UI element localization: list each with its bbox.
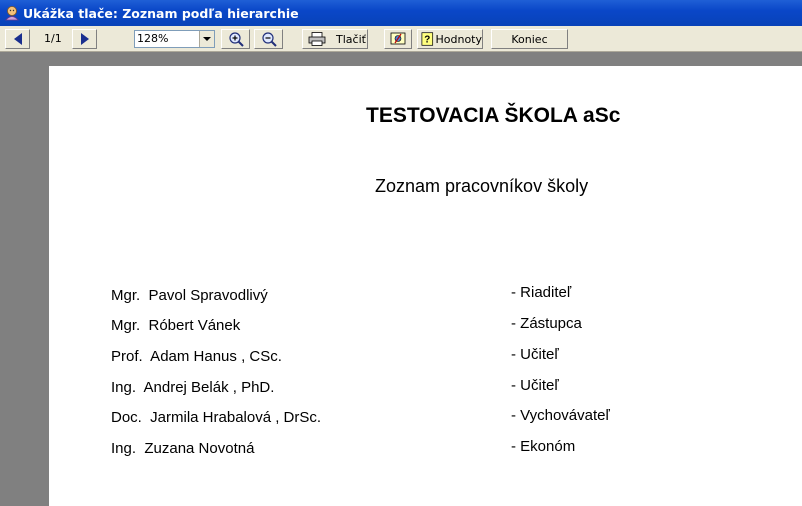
staff-name: Prof. Adam Hanus , CSc.	[111, 348, 282, 365]
list-item: Mgr. Pavol Spravodlivý - Riaditeľ	[49, 284, 802, 304]
toolbar: 1/1 128% Tlačiť ? Hodnoty Koniec	[0, 26, 802, 52]
chevron-down-icon[interactable]	[199, 31, 214, 47]
title-bar: Ukážka tlače: Zoznam podľa hierarchie	[0, 0, 802, 26]
printer-icon	[308, 32, 326, 46]
school-name: TESTOVACIA ŠKOLA aSc	[366, 104, 621, 127]
setup-icon	[390, 32, 406, 45]
page-indicator: 1/1	[44, 32, 62, 45]
zoom-in-icon	[228, 32, 244, 47]
app-icon	[4, 5, 20, 21]
list-item: Mgr. Róbert Vánek - Zástupca	[49, 315, 802, 335]
staff-role: - Ekonóm	[511, 438, 576, 455]
print-button[interactable]: Tlačiť	[302, 29, 368, 49]
list-item: Prof. Adam Hanus , CSc. - Učiteľ	[49, 346, 802, 366]
window-title: Ukážka tlače: Zoznam podľa hierarchie	[23, 5, 299, 21]
list-item: Ing. Andrej Belák , PhD. - Učiteľ	[49, 377, 802, 397]
zoom-in-button[interactable]	[221, 29, 250, 49]
close-button[interactable]: Koniec	[491, 29, 568, 49]
staff-name: Doc. Jarmila Hrabalová , DrSc.	[111, 409, 322, 426]
staff-name: Ing. Andrej Belák , PhD.	[111, 379, 275, 396]
list-item: Doc. Jarmila Hrabalová , DrSc. - Vychová…	[49, 407, 802, 427]
prev-page-button[interactable]	[5, 29, 30, 49]
help-icon: ?	[421, 32, 434, 46]
preview-area[interactable]: TESTOVACIA ŠKOLA aSc Zoznam pracovníkov …	[0, 52, 802, 506]
document-heading: Zoznam pracovníkov školy	[375, 176, 589, 196]
zoom-out-icon	[261, 32, 277, 47]
staff-role: - Učiteľ	[511, 377, 559, 394]
staff-name: Mgr. Pavol Spravodlivý	[111, 287, 268, 304]
staff-name: Mgr. Róbert Vánek	[111, 317, 241, 334]
staff-role: - Zástupca	[511, 315, 582, 332]
document-page: TESTOVACIA ŠKOLA aSc Zoznam pracovníkov …	[49, 66, 802, 506]
next-page-button[interactable]	[72, 29, 97, 49]
zoom-select[interactable]: 128%	[134, 30, 215, 48]
arrow-left-icon	[13, 33, 22, 45]
staff-name: Ing. Zuzana Novotná	[111, 440, 255, 457]
staff-role: - Učiteľ	[511, 346, 559, 363]
zoom-value: 128%	[137, 32, 169, 45]
arrow-right-icon	[80, 33, 89, 45]
values-button[interactable]: ? Hodnoty	[417, 29, 483, 49]
print-label: Tlačiť	[336, 32, 366, 46]
svg-text:?: ?	[424, 35, 430, 46]
staff-role: - Vychovávateľ	[511, 407, 610, 424]
zoom-out-button[interactable]	[254, 29, 283, 49]
setup-button[interactable]	[384, 29, 412, 49]
close-label: Koniec	[511, 32, 548, 46]
staff-role: - Riaditeľ	[511, 284, 572, 301]
values-label: Hodnoty	[435, 32, 482, 46]
list-item: Ing. Zuzana Novotná - Ekonóm	[49, 438, 802, 458]
